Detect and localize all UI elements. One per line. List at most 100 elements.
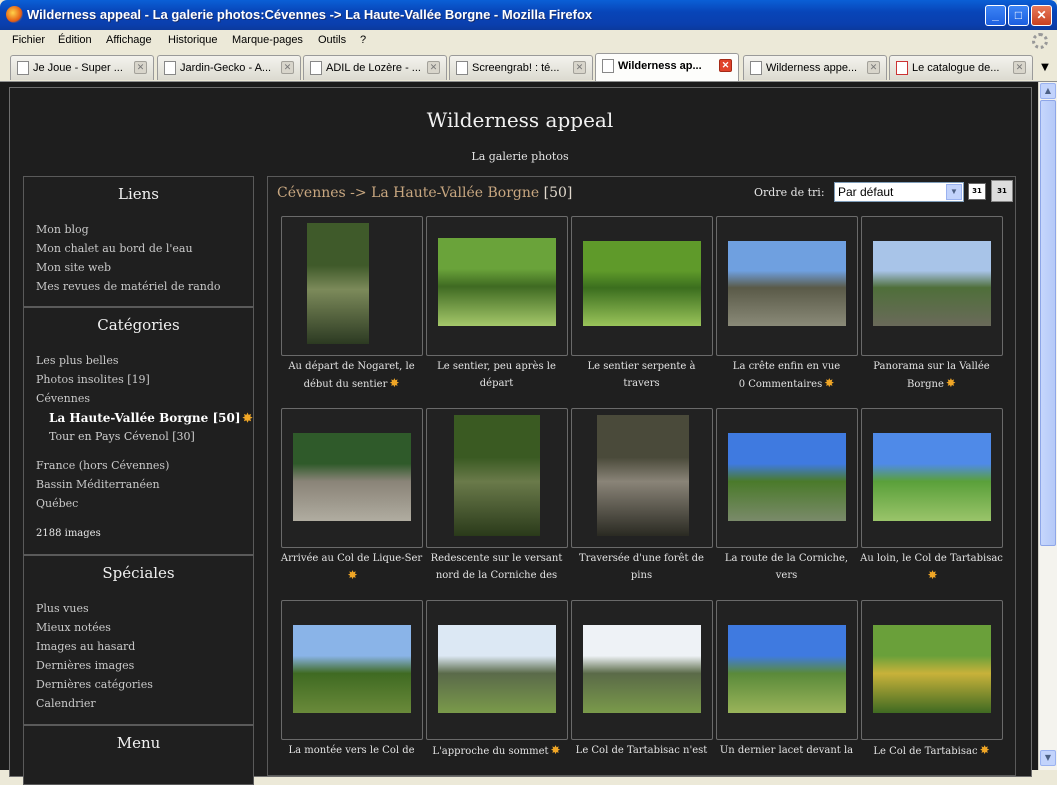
calendar-icon[interactable]: 31 (968, 183, 986, 200)
category-bassin-mediterraneen[interactable]: Bassin Méditerranéen (36, 478, 160, 491)
photo-caption[interactable]: Arrivée au Col de Lique-Ser ✸ (279, 550, 424, 584)
category-cevennes[interactable]: Cévennes (36, 392, 90, 405)
link-mon-site-web[interactable]: Mon site web (36, 261, 111, 274)
photo-image[interactable] (728, 625, 846, 713)
photo-thumbnail[interactable] (426, 408, 568, 548)
menu-affichage[interactable]: Affichage (106, 34, 152, 46)
photo-caption[interactable]: La crête enfin en vue 0 Commentaires ✸ (714, 358, 859, 392)
photo-thumbnail[interactable] (861, 600, 1003, 740)
photo-caption[interactable]: Le sentier serpente à traversles châtaig… (569, 358, 714, 392)
tab-close-icon[interactable]: ✕ (281, 61, 294, 74)
photo-caption[interactable]: Un dernier lacet devant la (714, 742, 859, 776)
photo-thumbnail[interactable] (716, 216, 858, 356)
category-quebec[interactable]: Québec (36, 497, 78, 510)
link-calendrier[interactable]: Calendrier (36, 697, 96, 710)
category-france[interactable]: France (hors Cévennes) (36, 459, 169, 472)
photo-thumbnail[interactable] (861, 408, 1003, 548)
category-plus-belles[interactable]: Les plus belles (36, 354, 118, 367)
photo-caption[interactable]: Le sentier, peu après le départde Nogare… (424, 358, 569, 392)
photo-image[interactable] (873, 241, 991, 326)
menu-historique[interactable]: Historique (168, 34, 218, 46)
photo-image[interactable] (728, 433, 846, 521)
window-titlebar[interactable]: Wilderness appeal - La galerie photos:Cé… (0, 0, 1057, 30)
photo-thumbnail[interactable] (426, 600, 568, 740)
scroll-up-icon[interactable]: ▲ (1040, 83, 1056, 99)
maximize-button[interactable]: □ (1008, 5, 1029, 26)
photo-image[interactable] (728, 241, 846, 326)
link-revues-materiel[interactable]: Mes revues de matériel de rando (36, 280, 221, 293)
scrollbar-thumb[interactable] (1040, 100, 1056, 546)
photo-caption[interactable]: Le Col de Tartabisac n'est (569, 742, 714, 776)
photo-thumbnail[interactable] (426, 216, 568, 356)
photo-image[interactable] (873, 433, 991, 521)
tab-wilderness-active[interactable]: Wilderness ap... ✕ (595, 53, 739, 81)
tab-close-icon[interactable]: ✕ (573, 61, 586, 74)
photo-image[interactable] (438, 625, 556, 713)
vertical-scrollbar[interactable]: ▲ ▼ (1038, 82, 1057, 770)
tab-close-icon[interactable]: ✕ (1013, 61, 1026, 74)
photo-image[interactable] (583, 241, 701, 326)
category-tour-pays-cevenol[interactable]: Tour en Pays Cévenol [30] (49, 430, 195, 443)
photo-caption[interactable]: Au loin, le Col de Tartabisac ✸ (859, 550, 1004, 584)
photo-caption[interactable]: Au départ de Nogaret, le début du sentier… (279, 358, 424, 392)
tab-wilderness-2[interactable]: Wilderness appe... ✕ (743, 55, 887, 80)
photo-caption[interactable]: Traversée d'une forêt de pinsfantômatiqu… (569, 550, 714, 584)
link-plus-vues[interactable]: Plus vues (36, 602, 89, 615)
chevron-down-icon[interactable]: ▼ (946, 184, 962, 200)
photo-caption[interactable]: Redescente sur le versant nord de la Corn… (424, 550, 569, 584)
photo-thumbnail[interactable] (571, 216, 713, 356)
photo-thumbnail[interactable] (716, 600, 858, 740)
tab-close-icon[interactable]: ✕ (719, 59, 732, 72)
tab-screengrab[interactable]: Screengrab! : té... ✕ (449, 55, 593, 80)
link-dernieres-images[interactable]: Dernières images (36, 659, 134, 672)
photo-thumbnail[interactable] (281, 408, 423, 548)
tab-close-icon[interactable]: ✕ (134, 61, 147, 74)
tab-adil[interactable]: ADIL de Lozère - ... ✕ (303, 55, 447, 80)
close-window-button[interactable]: ✕ (1031, 5, 1052, 26)
link-images-hasard[interactable]: Images au hasard (36, 640, 135, 653)
photo-caption[interactable]: La route de la Corniche, versLe Pompidou… (714, 550, 859, 584)
photo-image[interactable] (454, 415, 540, 536)
tab-close-icon[interactable]: ✕ (867, 61, 880, 74)
photo-caption[interactable]: La montée vers le Col de (279, 742, 424, 776)
menu-fichier[interactable]: Fichier (12, 34, 45, 46)
photo-thumbnail[interactable] (281, 600, 423, 740)
photo-caption[interactable]: Le Col de Tartabisac ✸ (859, 742, 1004, 776)
tab-jardin-gecko[interactable]: Jardin-Gecko - A... ✕ (157, 55, 301, 80)
photo-image[interactable] (873, 625, 991, 713)
tab-list-button[interactable]: ▼ (1037, 56, 1053, 79)
link-mon-chalet[interactable]: Mon chalet au bord de l'eau (36, 242, 193, 255)
photo-image[interactable] (583, 625, 701, 713)
site-title[interactable]: Wilderness appeal (20, 108, 1020, 132)
photo-image[interactable] (438, 238, 556, 326)
tab-catalogue[interactable]: Le catalogue de... ✕ (889, 55, 1033, 80)
menu-help[interactable]: ? (360, 34, 366, 46)
photo-thumbnail[interactable] (861, 216, 1003, 356)
menu-edition[interactable]: Édition (58, 34, 92, 46)
photo-thumbnail[interactable] (281, 216, 423, 356)
minimize-button[interactable]: _ (985, 5, 1006, 26)
link-dernieres-categories[interactable]: Dernières catégories (36, 678, 153, 691)
photo-caption[interactable]: L'approche du sommet ✸ (424, 742, 569, 776)
photo-image[interactable] (293, 433, 411, 521)
tab-close-icon[interactable]: ✕ (427, 61, 440, 74)
menu-outils[interactable]: Outils (318, 34, 346, 46)
menu-marque-pages[interactable]: Marque-pages (232, 34, 303, 46)
category-haute-vallee-borgne[interactable]: La Haute-Vallée Borgne [50] ✸ (49, 411, 253, 425)
breadcrumb-parent[interactable]: Cévennes (277, 185, 346, 201)
photo-thumbnail[interactable] (716, 408, 858, 548)
photo-thumbnail[interactable] (571, 600, 713, 740)
photo-image[interactable] (307, 223, 369, 344)
category-photos-insolites[interactable]: Photos insolites [19] (36, 373, 150, 386)
photo-image[interactable] (597, 415, 689, 536)
photo-image[interactable] (293, 625, 411, 713)
calendar-stack-icon[interactable]: 31 (991, 180, 1013, 202)
photo-thumbnail[interactable] (571, 408, 713, 548)
photo-caption[interactable]: Panorama sur la Vallée Borgne ✸ (859, 358, 1004, 392)
sort-order-select[interactable]: Par défaut ▼ (834, 182, 964, 202)
scroll-down-icon[interactable]: ▼ (1040, 750, 1056, 766)
tab-je-joue[interactable]: Je Joue - Super ... ✕ (10, 55, 154, 80)
breadcrumb-current[interactable]: La Haute-Vallée Borgne (371, 185, 539, 201)
link-mieux-notees[interactable]: Mieux notées (36, 621, 111, 634)
link-mon-blog[interactable]: Mon blog (36, 223, 89, 236)
